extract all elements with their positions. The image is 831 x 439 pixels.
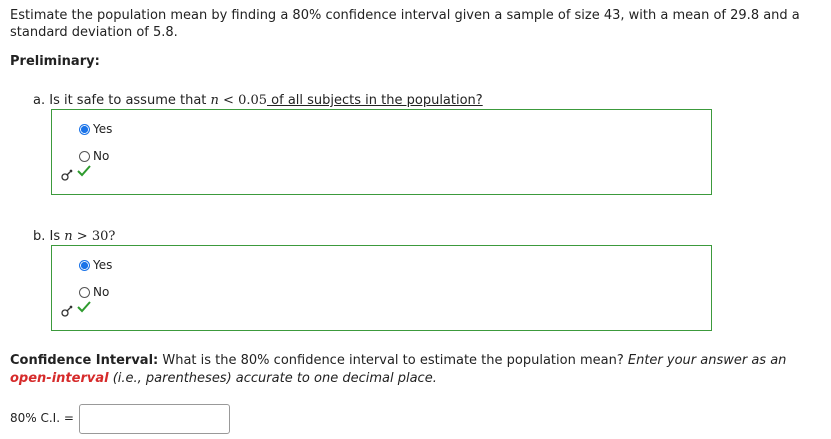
ci-heading: Confidence Interval: <box>10 353 159 368</box>
checkmark-icon-svg <box>77 165 91 177</box>
key-icon-svg <box>61 169 73 181</box>
checkmark-icon <box>77 301 91 317</box>
question-a-num: 0.05 <box>238 93 268 108</box>
question-a-op: < <box>218 93 239 108</box>
question-b-op: > <box>72 229 92 244</box>
problem-prompt: Estimate the population mean by finding … <box>10 8 800 40</box>
option-a-no-label: No <box>93 149 110 163</box>
key-icon[interactable] <box>60 168 74 186</box>
preliminary-heading: Preliminary: <box>10 54 100 69</box>
question-b: b. Is n > 30? <box>33 229 115 244</box>
question-b-var: n <box>64 229 73 244</box>
radio-a-no[interactable] <box>79 150 90 162</box>
answer-box-a <box>51 109 712 195</box>
question-b-prefix: b. Is <box>33 229 65 244</box>
question-b-num: 30? <box>91 229 116 244</box>
ci-instruction-1: Enter your answer as an <box>627 353 787 368</box>
key-icon[interactable] <box>60 304 74 322</box>
ci-answer-input[interactable] <box>79 404 230 434</box>
key-icon-svg <box>61 305 73 317</box>
question-a-var: n <box>210 93 219 108</box>
question-a: a. Is it safe to assume that n < 0.05 of… <box>33 93 483 108</box>
ci-instruction-2: (i.e., parentheses) accurate to one deci… <box>108 371 437 386</box>
question-a-prefix: a. Is it safe to assume that <box>33 93 211 108</box>
question-a-suffix: of all subjects in the population? <box>267 93 483 108</box>
ci-question-text: What is the 80% confidence interval to e… <box>158 353 628 368</box>
option-a-no[interactable]: No <box>79 149 109 163</box>
radio-b-yes[interactable] <box>79 259 90 271</box>
option-b-yes[interactable]: Yes <box>79 258 112 272</box>
option-a-yes[interactable]: Yes <box>79 122 112 136</box>
option-a-yes-label: Yes <box>93 122 113 136</box>
checkmark-icon <box>77 165 91 181</box>
ci-question: Confidence Interval: What is the 80% con… <box>10 352 810 388</box>
checkmark-icon-svg <box>77 301 91 313</box>
ci-label: 80% C.I. = <box>10 411 74 425</box>
ci-highlight: open-interval <box>10 371 109 386</box>
option-b-no-label: No <box>93 285 110 299</box>
option-b-yes-label: Yes <box>93 258 113 272</box>
option-b-no[interactable]: No <box>79 285 109 299</box>
radio-b-no[interactable] <box>79 286 90 298</box>
answer-box-b <box>51 245 712 331</box>
radio-a-yes[interactable] <box>79 123 90 135</box>
